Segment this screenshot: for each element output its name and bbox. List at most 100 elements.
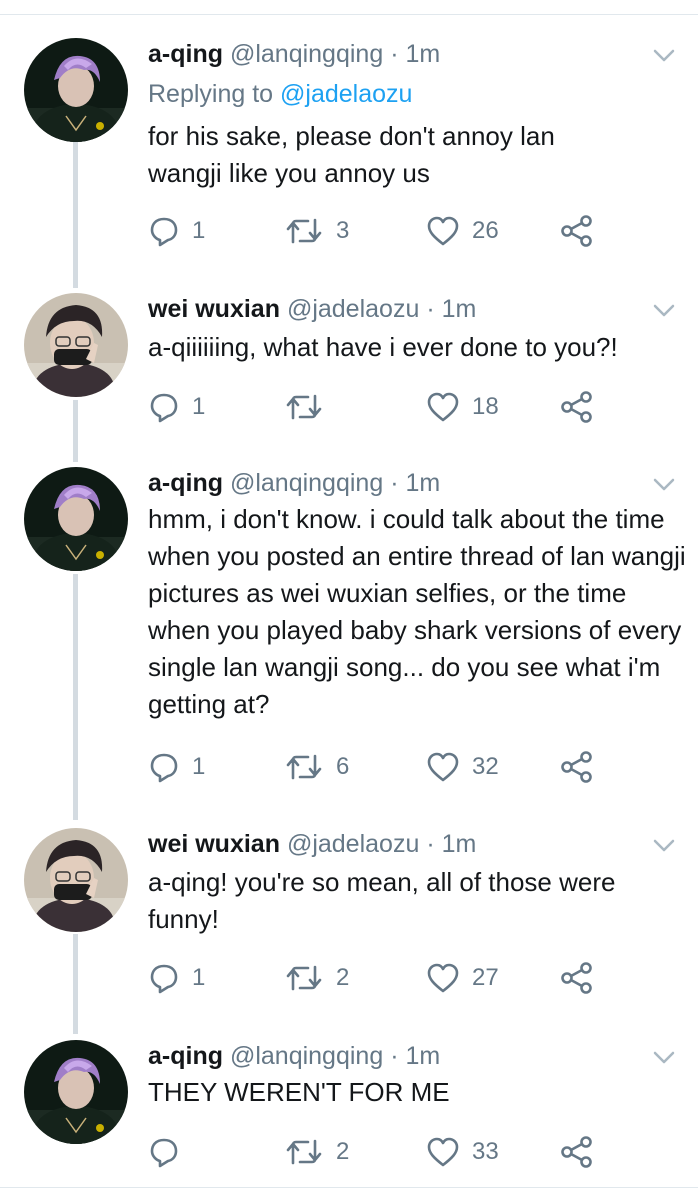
display-name[interactable]: wei wuxian <box>148 295 280 323</box>
retweet-count: 6 <box>336 753 350 780</box>
tweet-actions: 2 33 <box>148 1132 608 1172</box>
tweet-header: a-qing @lanqingqing · 1m <box>148 467 440 499</box>
user-handle[interactable]: @jadelaozu <box>287 830 419 858</box>
share-icon <box>561 962 592 994</box>
like-count: 33 <box>472 1138 499 1165</box>
tweet-header: wei wuxian @jadelaozu · 1m <box>148 293 476 325</box>
like-button[interactable]: 32 <box>426 747 499 787</box>
display-name[interactable]: a-qing <box>148 1042 223 1070</box>
reply-icon <box>150 1138 178 1168</box>
display-name[interactable]: a-qing <box>148 469 223 497</box>
retweet-icon <box>286 1139 322 1165</box>
like-count: 27 <box>472 964 499 991</box>
user-handle[interactable]: @lanqingqing <box>230 40 383 68</box>
tweet-text: a-qing! you're so mean, all of those wer… <box>148 867 616 934</box>
like-button[interactable]: 27 <box>426 958 499 998</box>
avatar[interactable] <box>24 1040 128 1144</box>
separator-dot: · <box>390 1042 399 1070</box>
avatar[interactable] <box>24 828 128 932</box>
reply-icon <box>150 393 178 423</box>
bottom-divider <box>0 1187 698 1188</box>
reply-icon <box>150 217 178 247</box>
reply-icon <box>150 964 178 994</box>
tweet-header: a-qing @lanqingqing · 1m <box>148 1040 440 1072</box>
tweet-actions: 1 3 26 <box>148 211 608 251</box>
share-icon <box>561 215 592 247</box>
tweet-actions: 1 18 <box>148 387 608 427</box>
retweet-button[interactable]: 2 <box>284 958 349 998</box>
retweet-button[interactable]: 6 <box>284 747 349 787</box>
display-name[interactable]: a-qing <box>148 40 223 68</box>
mention-link[interactable]: @jadelaozu <box>280 80 412 108</box>
chevron-down-icon[interactable] <box>652 48 676 64</box>
retweet-button[interactable] <box>284 387 336 427</box>
tweet-header: wei wuxian @jadelaozu · 1m <box>148 828 476 860</box>
share-button[interactable] <box>560 211 594 251</box>
replying-to: Replying to @jadelaozu <box>148 78 412 110</box>
timestamp[interactable]: 1m <box>405 40 440 68</box>
tweet-actions: 1 2 27 <box>148 958 608 998</box>
user-handle[interactable]: @lanqingqing <box>230 1042 383 1070</box>
user-handle[interactable]: @jadelaozu <box>287 295 419 323</box>
share-button[interactable] <box>560 747 594 787</box>
tweet-text: a-qiiiiiing, what have i ever done to yo… <box>148 332 618 362</box>
separator-dot: · <box>426 295 435 323</box>
tweet-text: THEY WEREN'T FOR ME <box>148 1077 450 1107</box>
retweet-count: 3 <box>336 217 350 244</box>
tweet[interactable]: a-qing @lanqingqing · 1m Replying to @ja… <box>0 38 698 258</box>
tweet[interactable]: a-qing @lanqingqing · 1m THEY WEREN'T FO… <box>0 1040 698 1180</box>
avatar[interactable] <box>24 38 128 142</box>
reply-button[interactable]: 1 <box>148 211 205 251</box>
tweet[interactable]: wei wuxian @jadelaozu · 1m a-qing! you'r… <box>0 828 698 1008</box>
separator-dot: · <box>390 469 399 497</box>
like-button[interactable]: 18 <box>426 387 499 427</box>
user-handle[interactable]: @lanqingqing <box>230 469 383 497</box>
tweet-actions: 1 6 32 <box>148 747 608 787</box>
like-count: 32 <box>472 753 499 780</box>
heart-icon <box>427 752 459 782</box>
tweet[interactable]: a-qing @lanqingqing · 1m hmm, i don't kn… <box>0 467 698 797</box>
chevron-down-icon[interactable] <box>652 303 676 319</box>
timestamp[interactable]: 1m <box>405 1042 440 1070</box>
heart-icon <box>427 392 459 422</box>
share-button[interactable] <box>560 1132 594 1172</box>
tweet-header: a-qing @lanqingqing · 1m <box>148 38 440 70</box>
retweet-button[interactable]: 3 <box>284 211 349 251</box>
reply-count: 1 <box>192 393 206 420</box>
tweet-text: for his sake, please don't annoy lan wan… <box>148 121 555 188</box>
like-button[interactable]: 26 <box>426 211 499 251</box>
retweet-button[interactable]: 2 <box>284 1132 349 1172</box>
display-name[interactable]: wei wuxian <box>148 830 280 858</box>
share-button[interactable] <box>560 387 594 427</box>
separator-dot: · <box>426 830 435 858</box>
reply-button[interactable]: 1 <box>148 747 205 787</box>
retweet-icon <box>286 218 322 244</box>
chevron-down-icon[interactable] <box>652 477 676 493</box>
timestamp[interactable]: 1m <box>442 295 477 323</box>
like-count: 18 <box>472 393 499 420</box>
reply-button[interactable] <box>148 1132 192 1172</box>
replying-to-label: Replying to <box>148 80 274 108</box>
tweet-text: hmm, i don't know. i could talk about th… <box>148 504 686 719</box>
reply-count: 1 <box>192 753 206 780</box>
like-count: 26 <box>472 217 499 244</box>
heart-icon <box>427 216 459 246</box>
tweet[interactable]: wei wuxian @jadelaozu · 1m a-qiiiiiing, … <box>0 293 698 433</box>
avatar[interactable] <box>24 293 128 397</box>
avatar[interactable] <box>24 467 128 571</box>
retweet-icon <box>286 965 322 991</box>
chevron-down-icon[interactable] <box>652 838 676 854</box>
share-icon <box>561 1136 592 1168</box>
separator-dot: · <box>390 40 399 68</box>
reply-count: 1 <box>192 964 206 991</box>
share-button[interactable] <box>560 958 594 998</box>
reply-button[interactable]: 1 <box>148 958 205 998</box>
reply-count: 1 <box>192 217 206 244</box>
chevron-down-icon[interactable] <box>652 1050 676 1066</box>
heart-icon <box>427 1137 459 1167</box>
reply-button[interactable]: 1 <box>148 387 205 427</box>
timestamp[interactable]: 1m <box>442 830 477 858</box>
retweet-count: 2 <box>336 1138 350 1165</box>
like-button[interactable]: 33 <box>426 1132 499 1172</box>
timestamp[interactable]: 1m <box>405 469 440 497</box>
